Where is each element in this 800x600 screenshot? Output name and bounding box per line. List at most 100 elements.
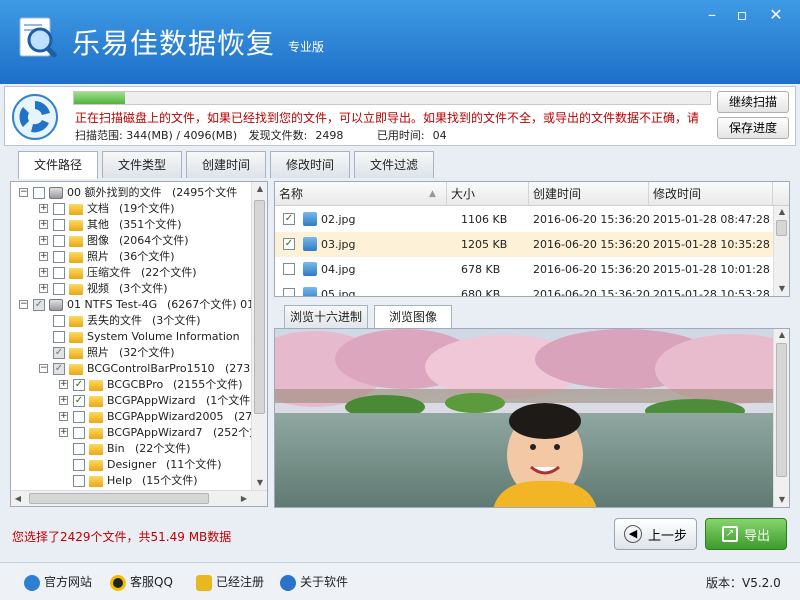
tree-node[interactable]: +BCGPAppWizard2005(271个 (11, 409, 267, 425)
scan-progress-fill (74, 92, 125, 104)
expand-icon[interactable]: + (39, 236, 48, 245)
preview-scrollbar[interactable]: ▲ ▼ (773, 329, 789, 507)
maximize-icon[interactable]: ▫ (728, 4, 756, 26)
tree-node[interactable]: Designer (11个文件) (11, 457, 251, 473)
close-icon[interactable]: ✕ (762, 4, 790, 26)
file-checkbox[interactable] (283, 288, 295, 296)
expand-icon[interactable]: + (39, 204, 48, 213)
collapse-icon[interactable]: − (19, 300, 28, 309)
tree-node[interactable]: + BCGPAppWizard7 (252个文件 (11, 425, 267, 441)
tree-node-count: (36个文件) (119, 250, 175, 263)
tree-checkbox[interactable] (53, 235, 65, 247)
column-modified[interactable]: 修改时间 (649, 182, 773, 206)
tree-node[interactable]: + ✓ BCGCBPro (2155个文件) (11, 377, 251, 393)
tree-node[interactable]: + ✓ BCGPAppWizard (1个文件) (11, 393, 255, 409)
expand-icon[interactable]: + (59, 396, 68, 405)
save-progress-button[interactable]: 保存进度 (717, 117, 789, 139)
scroll-down-icon[interactable]: ▼ (774, 495, 789, 504)
file-row[interactable]: 05.jpg 680 KB 2016-06-20 15:36:20 2015-01-2… (275, 282, 773, 296)
tree-vertical-scrollbar[interactable]: ▲ ▼ (251, 182, 267, 490)
tab-file-path[interactable]: 文件路径 (18, 151, 98, 179)
expand-icon[interactable]: + (59, 428, 68, 437)
tree-checkbox[interactable] (73, 411, 85, 423)
expand-icon[interactable]: + (39, 220, 48, 229)
scroll-left-icon[interactable]: ◀ (13, 494, 23, 503)
tree-node[interactable]: + 压缩文件 (22个文件) (11, 265, 251, 281)
about-software-link[interactable]: 关于软件 (280, 573, 348, 591)
tab-file-filter[interactable]: 文件过滤 (354, 151, 434, 178)
tree-node[interactable]: + 照片 (36个文件) (11, 249, 251, 265)
tree-checkbox[interactable] (53, 219, 65, 231)
tree-node[interactable]: Help (15个文件) (11, 473, 251, 489)
tree-checkbox[interactable]: ✓ (73, 379, 85, 391)
scroll-down-icon[interactable]: ▼ (774, 284, 789, 293)
collapse-icon[interactable]: − (19, 188, 28, 197)
previous-step-button[interactable]: ◀ 上一步 (614, 518, 697, 550)
file-checkbox[interactable]: ✓ (283, 213, 295, 225)
tree-node[interactable]: Bin (22个文件) (11, 441, 251, 457)
expand-icon[interactable]: + (59, 380, 68, 389)
tree-checkbox[interactable]: ✓ (53, 347, 65, 359)
file-row[interactable]: ✓ 03.jpg 1205 KB 2016-06-20 15:36:20 2015-01… (275, 232, 773, 257)
preview-scroll-thumb[interactable] (776, 343, 787, 477)
tab-hex-view[interactable]: 浏览十六进制 (284, 305, 368, 329)
minimize-icon[interactable]: – (698, 4, 726, 26)
tab-image-view[interactable]: 浏览图像 (374, 305, 452, 329)
tree-checkbox[interactable] (53, 283, 65, 295)
scroll-down-icon[interactable]: ▼ (252, 478, 267, 487)
expand-icon[interactable]: + (39, 268, 48, 277)
tree-node[interactable]: System Volume Information(1个 (11, 329, 267, 345)
back-arrow-icon: ◀ (623, 525, 642, 543)
tree-horizontal-scrollbar[interactable]: ◀ ▶ (11, 490, 267, 506)
tree-node[interactable]: 丢失的文件 (3个文件) (11, 313, 251, 329)
tree-node[interactable]: − 00 额外找到的文件 (2495个文件 (11, 185, 251, 201)
support-qq-link[interactable]: 客服QQ (110, 573, 173, 591)
tree-checkbox[interactable]: ✓ (33, 299, 45, 311)
expand-icon[interactable]: + (59, 412, 68, 421)
tree-hscroll-thumb[interactable] (29, 493, 209, 504)
tree-node[interactable]: + 图像 (2064个文件) (11, 233, 251, 249)
tree-checkbox[interactable] (73, 459, 85, 471)
tree-node[interactable]: + 文档 (19个文件) (11, 201, 251, 217)
tab-created-time[interactable]: 创建时间 (186, 151, 266, 178)
export-button[interactable]: ↗ 导出 (705, 518, 787, 550)
tree-checkbox[interactable] (53, 267, 65, 279)
file-row[interactable]: ✓ 02.jpg 1106 KB 2016-06-20 15:36:20 2015-01… (275, 207, 773, 232)
file-row[interactable]: 04.jpg 678 KB 2016-06-20 15:36:20 2015-01-2… (275, 257, 773, 282)
scroll-right-icon[interactable]: ▶ (239, 494, 249, 503)
scroll-up-icon[interactable]: ▲ (774, 207, 789, 216)
continue-scan-button[interactable]: 继续扫描 (717, 91, 789, 113)
tree-node[interactable]: ✓ 照片 (32个文件) (11, 345, 251, 361)
tree-checkbox[interactable] (73, 443, 85, 455)
tree-checkbox[interactable] (53, 315, 65, 327)
file-scroll-thumb[interactable] (776, 220, 787, 236)
file-list-scrollbar[interactable]: ▲ ▼ (773, 206, 789, 296)
column-name[interactable]: 名称 ▲ (275, 182, 447, 206)
official-site-link[interactable]: 官方网站 (24, 573, 92, 591)
tree-scroll-thumb[interactable] (254, 200, 265, 414)
tree-node[interactable]: − ✓ 01 NTFS Test-4G (6267个文件) 01 (11, 297, 254, 313)
file-checkbox[interactable]: ✓ (283, 238, 295, 250)
scroll-up-icon[interactable]: ▲ (774, 330, 789, 339)
collapse-icon[interactable]: − (39, 364, 48, 373)
tree-checkbox[interactable] (53, 203, 65, 215)
column-created[interactable]: 创建时间 (529, 182, 649, 206)
scroll-up-icon[interactable]: ▲ (252, 184, 267, 193)
tree-checkbox[interactable] (33, 187, 45, 199)
tree-checkbox[interactable] (73, 427, 85, 439)
expand-icon[interactable]: + (39, 252, 48, 261)
tab-modified-time[interactable]: 修改时间 (270, 151, 350, 178)
tab-file-type[interactable]: 文件类型 (102, 151, 182, 178)
tree-node[interactable]: + 视频 (3个文件) (11, 281, 251, 297)
tree-node[interactable]: − ✓ BCGControlBarPro1510 (2737个 (11, 361, 267, 377)
column-size[interactable]: 大小 (447, 182, 529, 206)
registered-link[interactable]: 已经注册 (196, 573, 264, 591)
tree-checkbox[interactable] (53, 251, 65, 263)
tree-checkbox[interactable]: ✓ (53, 363, 65, 375)
file-checkbox[interactable] (283, 263, 295, 275)
expand-icon[interactable]: + (39, 284, 48, 293)
tree-checkbox[interactable]: ✓ (73, 395, 85, 407)
tree-node[interactable]: + 其他 (351个文件) (11, 217, 251, 233)
tree-checkbox[interactable] (53, 331, 65, 343)
tree-checkbox[interactable] (73, 475, 85, 487)
